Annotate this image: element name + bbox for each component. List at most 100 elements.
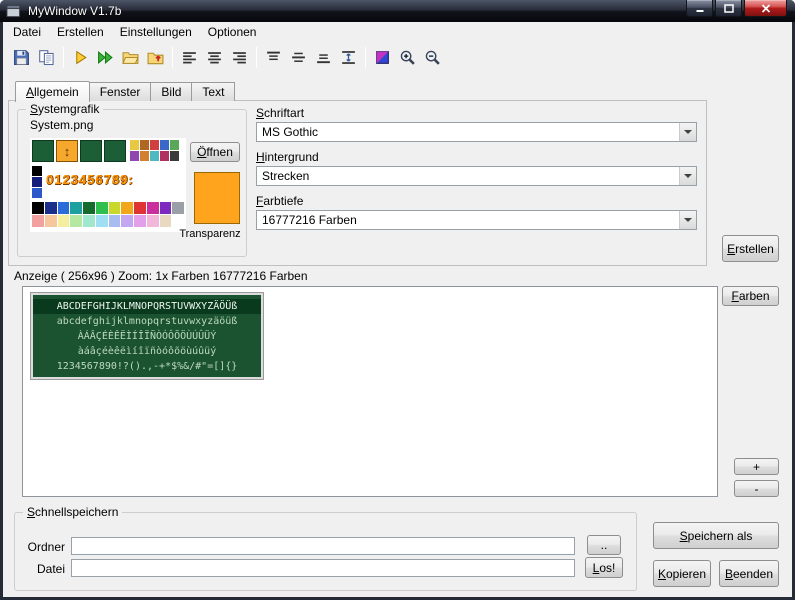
- align-left-button[interactable]: [177, 45, 202, 70]
- minimize-icon: [695, 4, 705, 13]
- hintergrund-select[interactable]: Strecken: [256, 166, 697, 186]
- run-all-icon: [97, 49, 114, 66]
- farbtiefe-label: Farbtiefe: [256, 194, 303, 208]
- systemgrafik-preview: ↕ 0123456789:: [30, 138, 186, 232]
- display-area: ABCDEFGHIJKLMNOPQRSTUVWXYZÄÖÜß abcdefghi…: [22, 286, 718, 497]
- run-all-button[interactable]: [93, 45, 118, 70]
- hintergrund-label: Hintergrund: [256, 150, 319, 164]
- systemgrafik-group: Systemgrafik System.png ↕ 0123456789: Öf…: [17, 109, 247, 257]
- align-left-icon: [181, 49, 198, 66]
- client-area: Datei Erstellen Einstellungen Optionen: [3, 22, 792, 597]
- valign-bottom-button[interactable]: [311, 45, 336, 70]
- copy-button[interactable]: [34, 45, 59, 70]
- speichern-als-button[interactable]: Speichern als: [653, 522, 779, 549]
- menu-datei[interactable]: Datei: [5, 23, 49, 41]
- align-right-icon: [231, 49, 248, 66]
- schriftart-select[interactable]: MS Gothic: [256, 122, 697, 142]
- farben-button[interactable]: Farben: [722, 286, 779, 306]
- erstellen-button[interactable]: Erstellen: [722, 235, 779, 262]
- datei-input[interactable]: [71, 559, 575, 577]
- tab-panel-allgemein: Systemgrafik System.png ↕ 0123456789: Öf…: [8, 100, 707, 266]
- ordner-input[interactable]: [71, 537, 575, 555]
- maximize-button[interactable]: [715, 0, 742, 17]
- sprite-tile: [104, 140, 126, 162]
- window-controls: [686, 0, 787, 17]
- title-bar[interactable]: MyWindow V1.7b: [0, 0, 795, 22]
- menu-optionen[interactable]: Optionen: [200, 23, 265, 41]
- sprite-corner-chips: [32, 166, 42, 198]
- zoom-plus-button[interactable]: +: [734, 458, 779, 475]
- updown-arrow-icon: ↕: [64, 144, 71, 159]
- valign-middle-button[interactable]: [286, 45, 311, 70]
- menu-einstellungen[interactable]: Einstellungen: [112, 23, 200, 41]
- colors-button[interactable]: [370, 45, 395, 70]
- tab-allgemein[interactable]: Allgemein: [15, 81, 90, 102]
- sprite-digits: 0123456789:: [46, 172, 134, 187]
- run-button[interactable]: [68, 45, 93, 70]
- sprite-mini-icons: [130, 140, 185, 161]
- sprite-selected-tile: ↕: [56, 140, 78, 162]
- transparenz-color-well[interactable]: [194, 172, 240, 224]
- maximize-icon: [724, 4, 734, 13]
- window-icon: [6, 4, 21, 18]
- chevron-down-icon[interactable]: [679, 211, 696, 229]
- tab-bild[interactable]: Bild: [150, 82, 192, 101]
- preview-line: abcdefghijklmnopqrstuvwxyzäöüß: [33, 314, 261, 329]
- los-button[interactable]: Los!: [585, 557, 623, 578]
- zoom-in-button[interactable]: [395, 45, 420, 70]
- align-right-button[interactable]: [227, 45, 252, 70]
- valign-top-button[interactable]: [261, 45, 286, 70]
- open-folder-icon: [122, 49, 139, 66]
- menu-bar: Datei Erstellen Einstellungen Optionen: [3, 22, 792, 42]
- window-title: MyWindow V1.7b: [28, 4, 121, 18]
- ordner-browse-button[interactable]: ..: [587, 535, 621, 555]
- menu-erstellen[interactable]: Erstellen: [49, 23, 112, 41]
- run-icon: [72, 49, 89, 66]
- datei-label: Datei: [23, 562, 65, 576]
- zoom-out-button[interactable]: [420, 45, 445, 70]
- hintergrund-value: Strecken: [257, 169, 679, 183]
- anzeige-info: Anzeige ( 256x96 ) Zoom: 1x Farben 16777…: [14, 269, 308, 283]
- align-center-button[interactable]: [202, 45, 227, 70]
- toolbar-separator: [256, 47, 257, 68]
- toolbar-separator: [365, 47, 366, 68]
- preview-line: ÀÁÂÇÉÈÊËÌÍÎÏÑÒÓÔÕÖÙÚÛÜÝ: [33, 329, 261, 344]
- copy-icon: [38, 49, 55, 66]
- system-filename: System.png: [30, 118, 93, 132]
- sprite-palette-row: [32, 202, 185, 214]
- systemgrafik-group-label: Systemgrafik: [26, 102, 103, 116]
- beenden-button[interactable]: Beenden: [719, 560, 779, 587]
- open-folder-button[interactable]: [118, 45, 143, 70]
- oeffnen-button[interactable]: Öffnen: [190, 142, 240, 162]
- export-folder-button[interactable]: [143, 45, 168, 70]
- save-icon: [13, 49, 30, 66]
- preview-line: 1234567890!?().,-+*$%&/#"=[]{}: [33, 359, 261, 374]
- save-button[interactable]: [9, 45, 34, 70]
- zoom-out-icon: [424, 49, 441, 66]
- transparenz-label: Transparenz: [174, 228, 246, 240]
- preview-line: ABCDEFGHIJKLMNOPQRSTUVWXYZÄÖÜß: [33, 299, 261, 314]
- app-icon[interactable]: [6, 3, 22, 19]
- valign-middle-icon: [290, 49, 307, 66]
- minimize-button[interactable]: [686, 0, 713, 17]
- farbtiefe-select[interactable]: 16777216 Farben: [256, 210, 697, 230]
- tab-text[interactable]: Text: [191, 82, 235, 101]
- app-window: MyWindow V1.7b Datei Erstellen Einstellu…: [0, 0, 795, 600]
- sprite-tile: [32, 140, 54, 162]
- line-spacing-icon: [340, 49, 357, 66]
- chevron-down-icon[interactable]: [679, 123, 696, 141]
- close-button[interactable]: [744, 0, 787, 17]
- sprite-tile: [80, 140, 102, 162]
- tab-strip: Allgemein Fenster Bild Text: [15, 80, 235, 101]
- toolbar-separator: [63, 47, 64, 68]
- kopieren-button[interactable]: Kopieren: [653, 560, 711, 587]
- tab-fenster[interactable]: Fenster: [89, 82, 152, 101]
- chevron-down-icon[interactable]: [679, 167, 696, 185]
- schnellspeichern-group-label: Schnellspeichern: [23, 505, 122, 519]
- align-center-icon: [206, 49, 223, 66]
- schnellspeichern-group: Schnellspeichern Ordner .. Datei Los!: [14, 512, 637, 591]
- zoom-minus-button[interactable]: -: [734, 480, 779, 497]
- farbtiefe-value: 16777216 Farben: [257, 213, 679, 227]
- line-spacing-button[interactable]: [336, 45, 361, 70]
- zoom-in-icon: [399, 49, 416, 66]
